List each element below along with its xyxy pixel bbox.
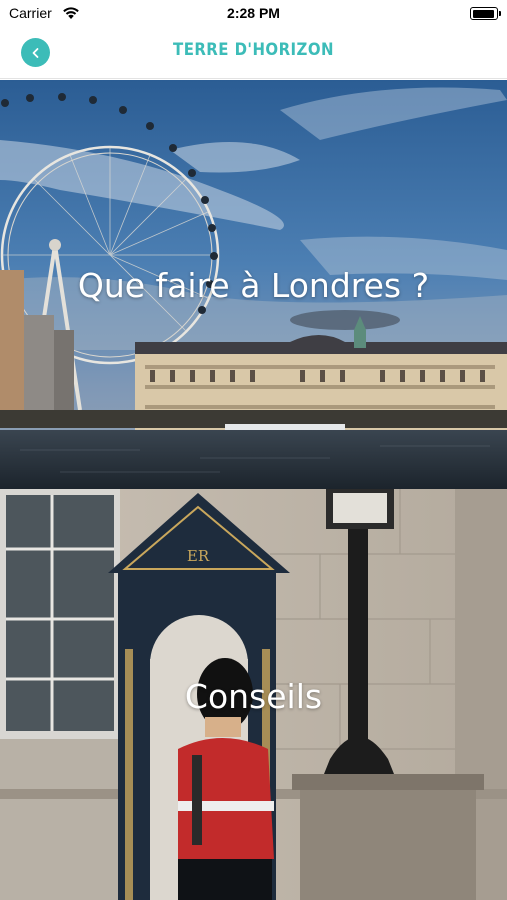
card-title: Conseils	[184, 677, 323, 716]
card-title: Que faire à Londres ?	[77, 266, 430, 305]
guard-box-monogram: ER	[187, 547, 210, 565]
battery-icon	[470, 7, 501, 20]
navigation-bar: TERRE D'HORIZON	[0, 28, 507, 79]
card-advice[interactable]: ER Conseils	[0, 489, 507, 900]
app-title-logo: TERRE D'HORIZON	[173, 40, 334, 60]
clock-time: 2:28 PM	[227, 5, 280, 21]
status-bar: Carrier 2:28 PM	[0, 0, 507, 28]
card-what-to-do-london[interactable]: Que faire à Londres ?	[0, 80, 507, 489]
